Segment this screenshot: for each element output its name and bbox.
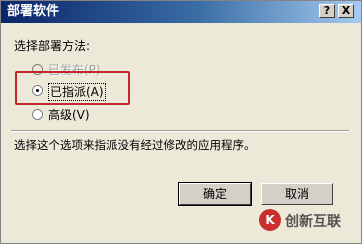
deploy-software-dialog: 部署软件 ? X 选择部署方法: 已发布(P) 已指派(A) 高级(V) 选择这…	[0, 0, 362, 244]
option-description: 选择这个选项来指派没有经过修改的应用程序。	[14, 138, 256, 152]
dialog-title: 部署软件	[7, 4, 60, 19]
separator-line	[11, 130, 349, 132]
watermark-text: 创新互联	[285, 214, 341, 230]
title-bar[interactable]: 部署软件 ? X	[1, 1, 361, 23]
deploy-method-label: 选择部署方法:	[14, 39, 91, 53]
cancel-button[interactable]: 取消	[261, 183, 333, 205]
help-button[interactable]: ?	[319, 4, 335, 18]
radio-label-advanced[interactable]: 高级(V)	[48, 107, 90, 123]
watermark-logo-icon: K	[259, 209, 281, 231]
ok-button[interactable]: 确定	[178, 182, 252, 206]
watermark: K 创新互联	[259, 209, 355, 233]
close-button[interactable]: X	[338, 4, 354, 18]
radio-button-advanced[interactable]	[32, 109, 43, 120]
highlight-annotation	[15, 71, 130, 105]
